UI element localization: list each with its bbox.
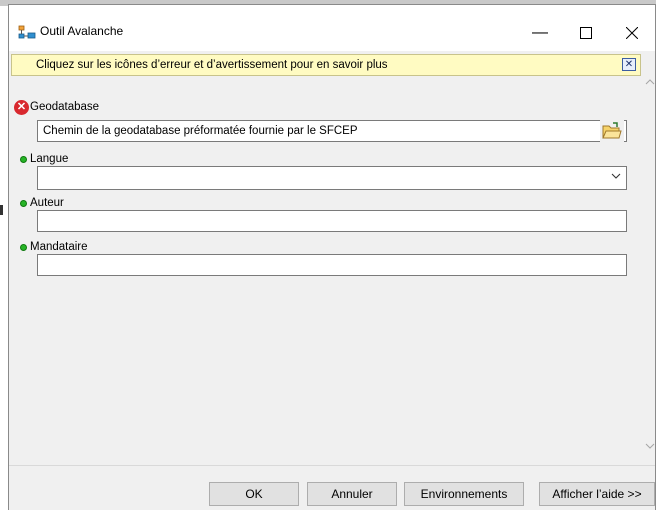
maximize-icon [580, 27, 592, 39]
open-folder-icon [602, 122, 622, 139]
geodatabase-value: Chemin de la geodatabase préformatée fou… [43, 125, 358, 137]
close-button[interactable] [609, 19, 655, 47]
browse-button[interactable] [600, 119, 624, 143]
vertical-scrollbar[interactable] [643, 75, 655, 463]
maximize-button[interactable] [563, 19, 609, 47]
message-text: Cliquez sur les icônes d’erreur et d’ave… [36, 59, 388, 71]
model-tool-icon [18, 25, 36, 39]
environments-button[interactable]: Environnements [404, 482, 524, 506]
auteur-input[interactable] [37, 210, 627, 232]
titlebar[interactable]: Outil Avalanche — [9, 5, 655, 51]
error-icon[interactable]: ✕ [14, 100, 29, 115]
window-title: Outil Avalanche [40, 24, 124, 38]
message-bar: Cliquez sur les icônes d’erreur et d’ave… [11, 54, 641, 76]
parameters-panel: ✕ Geodatabase Chemin de la geodatabase p… [11, 77, 641, 462]
geodatabase-label: Geodatabase [30, 101, 100, 113]
background-edge [0, 205, 3, 215]
show-help-button[interactable]: Afficher l’aide >> [539, 482, 655, 506]
auteur-label: Auteur [30, 197, 64, 209]
cancel-button[interactable]: Annuler [307, 482, 397, 506]
ok-status-icon [20, 244, 27, 251]
close-icon: ✕ [624, 59, 634, 70]
mandataire-input[interactable] [37, 254, 627, 276]
chevron-down-icon [611, 173, 621, 179]
langue-label: Langue [30, 153, 69, 165]
geodatabase-input[interactable]: Chemin de la geodatabase préformatée fou… [37, 120, 627, 142]
button-bar: OK Annuler Environnements Afficher l’aid… [9, 465, 655, 510]
mandataire-label: Mandataire [30, 241, 88, 253]
close-icon [626, 27, 638, 39]
ok-status-icon [20, 200, 27, 207]
tool-dialog: Outil Avalanche — Cliquez sur les icônes… [8, 4, 656, 510]
message-close-button[interactable]: ✕ [622, 58, 636, 71]
chevron-up-icon[interactable] [645, 77, 655, 87]
ok-button[interactable]: OK [209, 482, 299, 506]
langue-select[interactable] [37, 166, 627, 190]
minimize-button[interactable]: — [517, 19, 563, 47]
chevron-down-icon[interactable] [645, 441, 655, 451]
ok-status-icon [20, 156, 27, 163]
minimize-icon: — [532, 24, 548, 41]
